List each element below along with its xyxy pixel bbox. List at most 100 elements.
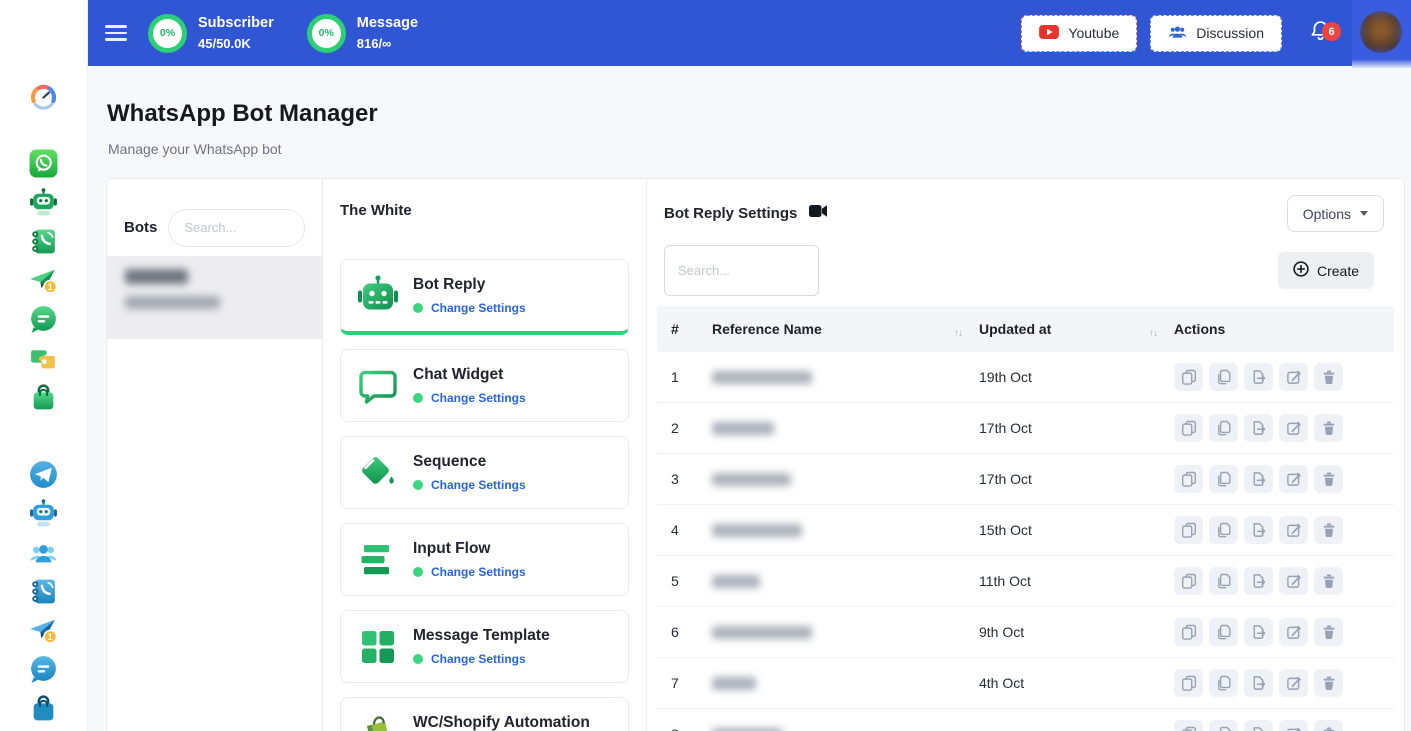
sort-icon[interactable]: ↑↓ bbox=[954, 328, 962, 339]
telegram-bot-icon[interactable] bbox=[28, 498, 59, 529]
edit-button[interactable] bbox=[1279, 516, 1308, 544]
export-button[interactable] bbox=[1244, 516, 1273, 544]
delete-button[interactable] bbox=[1314, 516, 1343, 544]
duplicate-button[interactable] bbox=[1209, 363, 1238, 391]
bot-list-item-selected[interactable] bbox=[107, 256, 322, 339]
message-progress-ring: 0% bbox=[307, 14, 346, 53]
edit-button[interactable] bbox=[1279, 618, 1308, 646]
change-settings-link[interactable]: Change Settings bbox=[431, 301, 526, 315]
duplicate-button[interactable] bbox=[1209, 567, 1238, 595]
telegram-group-icon[interactable] bbox=[28, 537, 59, 568]
reference-name-redacted bbox=[712, 575, 760, 588]
table-row: 5 11th Oct bbox=[657, 556, 1394, 607]
whatsapp-store-icon[interactable] bbox=[28, 382, 59, 413]
bots-panel: Bots bbox=[107, 179, 323, 731]
subscriber-label: Subscriber bbox=[198, 15, 274, 32]
delete-button[interactable] bbox=[1314, 414, 1343, 442]
card-bot-reply[interactable]: Bot Reply Change Settings bbox=[340, 259, 629, 335]
card-wc-shopify[interactable]: S WC/Shopify Automation Change Settings bbox=[340, 697, 629, 731]
row-reference-name bbox=[705, 371, 972, 384]
copy-button[interactable] bbox=[1174, 465, 1203, 493]
whatsapp-chat-icon[interactable] bbox=[28, 304, 59, 335]
youtube-button-label: Youtube bbox=[1068, 25, 1119, 41]
duplicate-button[interactable] bbox=[1209, 618, 1238, 646]
edit-button[interactable] bbox=[1279, 720, 1308, 731]
dashboard-gauge-icon[interactable] bbox=[28, 81, 59, 112]
avatar[interactable] bbox=[1360, 11, 1402, 53]
row-actions bbox=[1167, 516, 1394, 544]
youtube-button[interactable]: Youtube bbox=[1021, 15, 1137, 52]
row-updated-at: 11th Oct bbox=[972, 573, 1167, 589]
discussion-button[interactable]: Discussion bbox=[1150, 15, 1282, 52]
status-dot bbox=[413, 303, 423, 313]
row-reference-name bbox=[705, 524, 972, 537]
telegram-store-icon[interactable] bbox=[28, 693, 59, 724]
subscriber-progress-ring: 0% bbox=[148, 14, 187, 53]
change-settings-link[interactable]: Change Settings bbox=[431, 565, 526, 579]
delete-button[interactable] bbox=[1314, 618, 1343, 646]
delete-button[interactable] bbox=[1314, 465, 1343, 493]
delete-button[interactable] bbox=[1314, 669, 1343, 697]
options-button[interactable]: Options bbox=[1287, 195, 1384, 232]
card-message-template[interactable]: Message Template Change Settings bbox=[340, 610, 629, 683]
duplicate-button[interactable] bbox=[1209, 465, 1238, 493]
duplicate-button[interactable] bbox=[1209, 414, 1238, 442]
settings-search-input[interactable] bbox=[664, 245, 819, 296]
telegram-contacts-icon[interactable] bbox=[28, 576, 59, 607]
copy-button[interactable] bbox=[1174, 618, 1203, 646]
export-button[interactable] bbox=[1244, 414, 1273, 442]
telegram-chat-icon[interactable] bbox=[28, 654, 59, 685]
row-number: 5 bbox=[657, 573, 705, 589]
copy-button[interactable] bbox=[1174, 669, 1203, 697]
export-button[interactable] bbox=[1244, 720, 1273, 731]
whatsapp-broadcast-icon[interactable]: 1 bbox=[28, 265, 59, 296]
delete-button[interactable] bbox=[1314, 363, 1343, 391]
card-title: WC/Shopify Automation bbox=[413, 714, 590, 731]
export-button[interactable] bbox=[1244, 465, 1273, 493]
sort-icon[interactable]: ↑↓ bbox=[1149, 328, 1157, 339]
export-button[interactable] bbox=[1244, 567, 1273, 595]
export-button[interactable] bbox=[1244, 363, 1273, 391]
duplicate-button[interactable] bbox=[1209, 669, 1238, 697]
hamburger-menu-icon[interactable] bbox=[105, 21, 127, 44]
telegram-broadcast-icon[interactable]: 1 bbox=[28, 615, 59, 646]
notifications-button[interactable]: 6 bbox=[1309, 19, 1332, 47]
telegram-icon[interactable] bbox=[28, 459, 59, 490]
column-header-actions: Actions bbox=[1167, 321, 1394, 337]
settings-title: Bot Reply Settings bbox=[664, 205, 797, 222]
copy-button[interactable] bbox=[1174, 363, 1203, 391]
copy-button[interactable] bbox=[1174, 567, 1203, 595]
whatsapp-icon[interactable] bbox=[28, 148, 59, 179]
edit-button[interactable] bbox=[1279, 465, 1308, 493]
edit-button[interactable] bbox=[1279, 414, 1308, 442]
duplicate-button[interactable] bbox=[1209, 516, 1238, 544]
copy-button[interactable] bbox=[1174, 414, 1203, 442]
copy-button[interactable] bbox=[1174, 516, 1203, 544]
whatsapp-contacts-icon[interactable] bbox=[28, 226, 59, 257]
edit-button[interactable] bbox=[1279, 363, 1308, 391]
bots-search-input[interactable] bbox=[168, 209, 305, 247]
status-dot bbox=[413, 567, 423, 577]
whatsapp-bot-icon[interactable] bbox=[28, 187, 59, 218]
edit-button[interactable] bbox=[1279, 567, 1308, 595]
delete-button[interactable] bbox=[1314, 720, 1343, 731]
delete-button[interactable] bbox=[1314, 567, 1343, 595]
table-row: 3 17th Oct bbox=[657, 454, 1394, 505]
integrations-puzzle-icon[interactable] bbox=[28, 343, 59, 374]
card-input-flow[interactable]: Input Flow Change Settings bbox=[340, 523, 629, 596]
paint-bucket-icon bbox=[355, 450, 401, 496]
duplicate-button[interactable] bbox=[1209, 720, 1238, 731]
video-camera-icon[interactable] bbox=[809, 204, 828, 223]
change-settings-link[interactable]: Change Settings bbox=[431, 478, 526, 492]
card-sequence[interactable]: Sequence Change Settings bbox=[340, 436, 629, 509]
row-actions bbox=[1167, 363, 1394, 391]
change-settings-link[interactable]: Change Settings bbox=[431, 652, 526, 666]
export-button[interactable] bbox=[1244, 669, 1273, 697]
card-chat-widget[interactable]: Chat Widget Change Settings bbox=[340, 349, 629, 422]
create-button[interactable]: Create bbox=[1278, 252, 1374, 289]
export-button[interactable] bbox=[1244, 618, 1273, 646]
top-header: 0% Subscriber 45/50.0K 0% Message 816/∞ … bbox=[88, 0, 1411, 66]
change-settings-link[interactable]: Change Settings bbox=[431, 391, 526, 405]
copy-button[interactable] bbox=[1174, 720, 1203, 731]
edit-button[interactable] bbox=[1279, 669, 1308, 697]
